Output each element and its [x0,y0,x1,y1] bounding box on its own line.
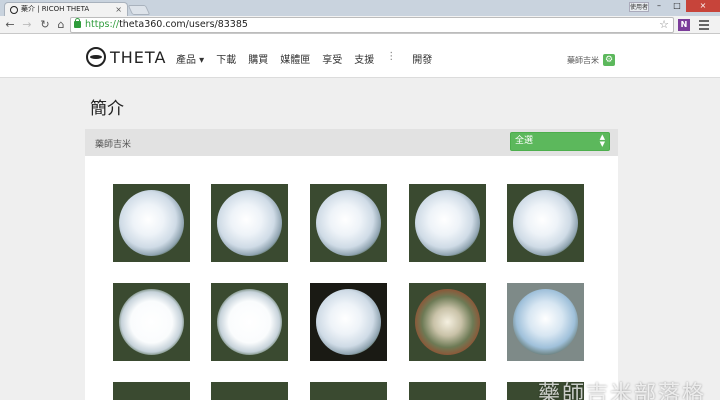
select-arrows-icon: ▲ ▼ [599,133,605,148]
tab-close-icon[interactable]: × [115,3,122,16]
browser-tab[interactable]: 藥介 | RICOH THETA × [4,2,128,16]
spherical-photo [415,289,480,355]
site-header: THETA 產品 ▾ 下載 購買 媒體匣 享受 支援 ⋮ 開發 藥師吉米 ⚙ [0,34,720,78]
photo-thumbnail[interactable] [113,382,190,400]
tab-strip: 藥介 | RICOH THETA × 使用者 – □ × [0,0,720,16]
spherical-photo [513,190,578,256]
spherical-photo [119,190,184,256]
spherical-photo [217,190,282,256]
nav-item-support[interactable]: 支援 [354,51,374,66]
url-scheme: https:// [85,19,120,30]
nav-item-media[interactable]: 媒體匣 [280,51,310,66]
nav-item-buy[interactable]: 購買 [248,51,268,66]
filter-selected-value: 全選 [515,136,534,146]
photo-thumbnail[interactable] [211,184,288,262]
photo-thumbnail[interactable] [409,184,486,262]
photo-thumbnail[interactable] [310,382,387,400]
theta-logo[interactable]: THETA [86,46,166,68]
photo-thumbnail[interactable] [409,382,486,400]
settings-gear-icon[interactable]: ⚙ [603,54,615,66]
photo-thumbnail[interactable] [113,283,190,361]
photo-thumbnail[interactable] [507,283,584,361]
photo-thumbnail[interactable] [113,184,190,262]
logo-text: THETA [110,47,167,67]
photo-thumbnail[interactable] [310,283,387,361]
browser-toolbar: ← → ↻ ⌂ https://theta360.com/users/83385… [0,16,720,34]
header-user-name: 藥師吉米 [567,55,599,65]
new-tab-button[interactable] [127,5,151,15]
more-menu-icon[interactable]: ⋮ [386,51,396,66]
spherical-photo [119,289,184,355]
panel-header: 藥師吉米 全選 ▲ ▼ [85,129,618,156]
close-window-button[interactable]: × [686,0,720,12]
forward-icon[interactable]: → [20,18,34,32]
minimize-button[interactable]: – [650,0,668,12]
reload-icon[interactable]: ↻ [38,18,52,32]
photo-thumbnail[interactable] [409,283,486,361]
photo-thumbnail[interactable] [507,184,584,262]
address-bar[interactable]: https://theta360.com/users/83385 ☆ [70,17,674,33]
nav-item-products[interactable]: 產品 ▾ [176,51,204,66]
spherical-photo [513,289,578,355]
spherical-photo [316,289,381,355]
theta-logo-icon [86,47,106,67]
nav-item-develop[interactable]: 開發 [412,51,432,66]
profile-button[interactable]: 使用者 [629,2,649,12]
lock-icon [74,18,81,28]
spherical-photo [316,190,381,256]
url-path: theta360.com/users/83385 [119,19,248,30]
nav-item-enjoy[interactable]: 享受 [322,51,342,66]
filter-select[interactable]: 全選 ▲ ▼ [510,132,610,151]
nav-item-download[interactable]: 下載 [216,51,236,66]
home-icon[interactable]: ⌂ [54,18,68,32]
back-icon[interactable]: ← [3,18,17,32]
bookmark-star-icon[interactable]: ☆ [659,18,669,32]
spherical-photo [217,289,282,355]
onenote-extension-icon[interactable]: N [678,19,690,31]
spherical-photo [415,190,480,256]
main-nav: 產品 ▾ 下載 購買 媒體匣 享受 支援 ⋮ 開發 [176,51,444,66]
photo-thumbnail[interactable] [211,382,288,400]
maximize-button[interactable]: □ [668,0,686,12]
panel-user-name: 藥師吉米 [95,140,132,150]
tab-title: 藥介 | RICOH THETA [21,5,90,13]
page-title: 簡介 [90,99,124,119]
watermark: 藥師吉米部落格 [538,382,707,400]
chrome-menu-icon[interactable] [697,18,711,32]
photo-thumbnail[interactable] [310,184,387,262]
theta-favicon-icon [10,6,18,14]
user-menu[interactable]: 藥師吉米 ⚙ [567,54,615,66]
photo-thumbnail[interactable] [211,283,288,361]
